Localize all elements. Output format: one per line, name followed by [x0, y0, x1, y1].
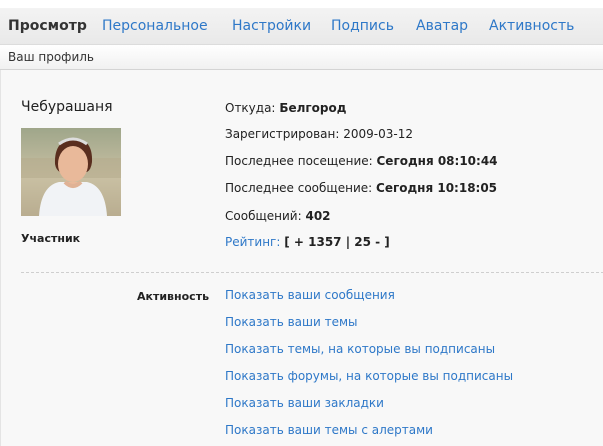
link-subscribed-topics[interactable]: Показать темы, на которые вы подписаны — [225, 342, 495, 356]
rating-value: [ + 1357 | 25 - ] — [284, 235, 390, 249]
section-divider — [21, 272, 603, 273]
link-show-topics[interactable]: Показать ваши темы — [225, 315, 358, 329]
user-role: Участник — [21, 232, 81, 245]
location-label: Откуда: — [225, 101, 276, 115]
registered-row: Зарегистрирован: 2009-03-12 — [225, 127, 413, 141]
rating-link[interactable]: Рейтинг: — [225, 235, 280, 249]
tab-avatar[interactable]: Аватар — [416, 18, 468, 34]
tab-signature[interactable]: Подпись — [331, 18, 394, 34]
breadcrumb-label: Ваш профиль — [8, 50, 94, 64]
profile-panel: Чебурашаня Участник Откуда: Белгород Зар… — [0, 70, 603, 446]
username: Чебурашаня — [21, 99, 113, 115]
avatar — [21, 128, 121, 216]
location-row: Откуда: Белгород — [225, 101, 346, 115]
activity-label: Активность — [137, 290, 210, 303]
avatar-image — [21, 128, 121, 216]
tab-bar: Просмотр Персональное Настройки Подпись … — [0, 8, 603, 45]
last-visit-row: Последнее посещение: Сегодня 08:10:44 — [225, 154, 498, 168]
last-visit-value: Сегодня 08:10:44 — [376, 154, 498, 168]
tab-activity[interactable]: Активность — [489, 18, 574, 34]
link-alert-topics[interactable]: Показать ваши темы с алертами — [225, 423, 433, 437]
posts-row: Сообщений: 402 — [225, 209, 331, 223]
registered-label: Зарегистрирован: — [225, 127, 340, 141]
last-visit-label: Последнее посещение: — [225, 154, 373, 168]
registered-value: 2009-03-12 — [343, 127, 414, 141]
tab-view[interactable]: Просмотр — [8, 18, 87, 34]
link-bookmarks[interactable]: Показать ваши закладки — [225, 396, 384, 410]
link-subscribed-forums[interactable]: Показать форумы, на которые вы подписаны — [225, 369, 513, 383]
breadcrumb: Ваш профиль — [0, 45, 603, 70]
tab-settings[interactable]: Настройки — [232, 18, 311, 34]
posts-value: 402 — [305, 209, 331, 223]
rating-row: Рейтинг: [ + 1357 | 25 - ] — [225, 235, 390, 249]
posts-label: Сообщений: — [225, 209, 302, 223]
tab-personal[interactable]: Персональное — [102, 18, 208, 34]
last-post-label: Последнее сообщение: — [225, 181, 373, 195]
link-show-posts[interactable]: Показать ваши сообщения — [225, 288, 395, 302]
last-post-value: Сегодня 10:18:05 — [376, 181, 498, 195]
location-value: Белгород — [279, 101, 347, 115]
last-post-row: Последнее сообщение: Сегодня 10:18:05 — [225, 181, 497, 195]
